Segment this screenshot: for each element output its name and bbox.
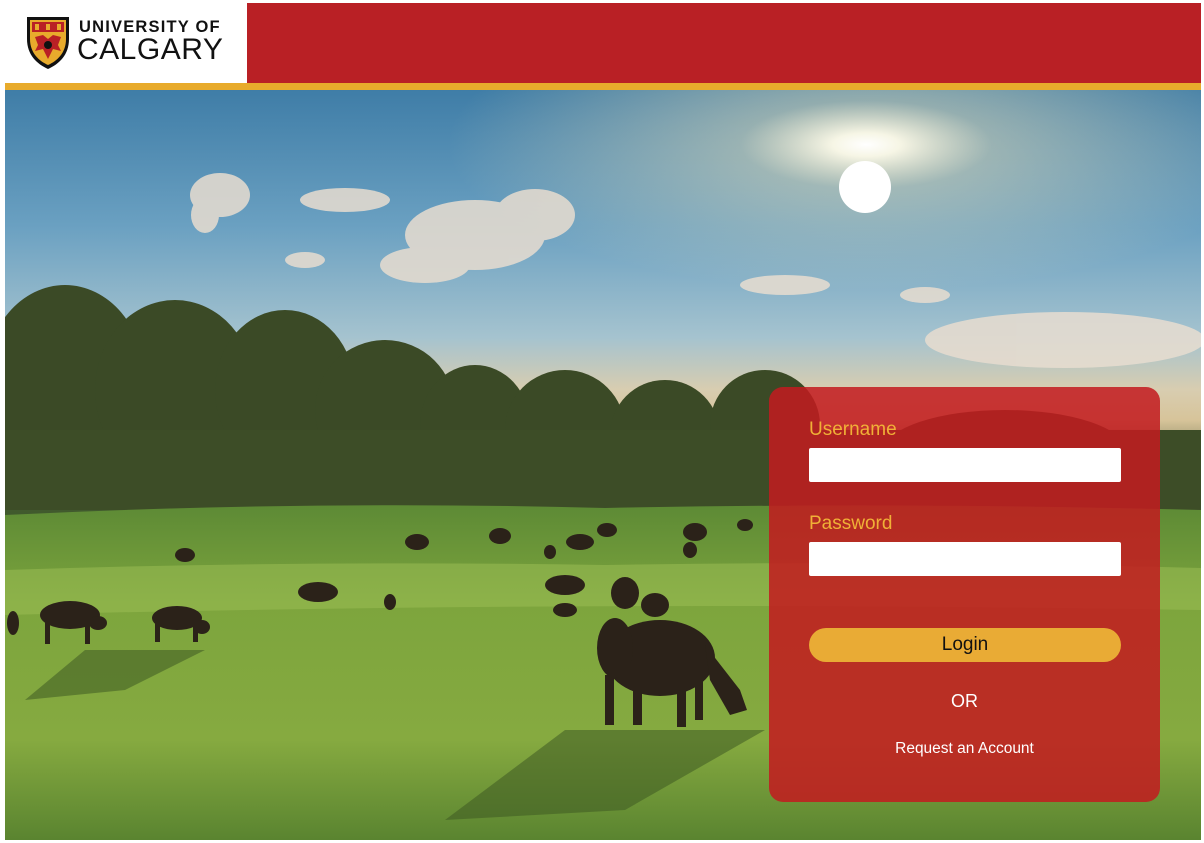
username-input[interactable]	[809, 448, 1121, 482]
header-bar: UNIVERSITY OF CALGARY	[5, 3, 1201, 83]
password-input[interactable]	[809, 542, 1121, 576]
page: UNIVERSITY OF CALGARY Username Password …	[0, 0, 1204, 843]
or-separator: OR	[951, 691, 978, 711]
university-logo[interactable]: UNIVERSITY OF CALGARY	[5, 3, 247, 83]
username-label: Username	[809, 419, 897, 440]
shield-crest-icon	[27, 17, 69, 69]
request-account-link[interactable]: Request an Account	[769, 740, 1160, 758]
logo-text-calgary: CALGARY	[77, 33, 224, 66]
login-button[interactable]: Login	[809, 628, 1121, 662]
password-label: Password	[809, 513, 893, 534]
header-accent-bar	[5, 83, 1201, 90]
login-panel: Username Password Login OR Request an Ac…	[769, 387, 1160, 802]
